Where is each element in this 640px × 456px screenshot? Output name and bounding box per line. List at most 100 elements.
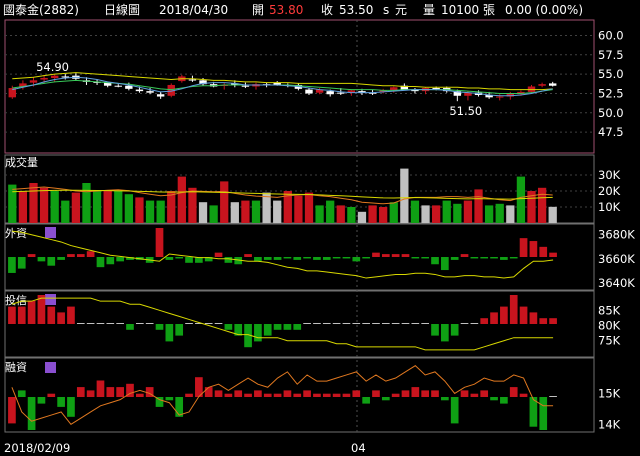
volume-bar: [251, 200, 261, 223]
trust-bar: [254, 324, 262, 342]
x-axis: 2018/02/09 04: [4, 441, 366, 455]
margin-bar: [293, 393, 302, 397]
candle-body: [135, 89, 144, 92]
trust-bar: [441, 324, 449, 342]
margin-bar: [450, 397, 459, 424]
margin-bar: [254, 390, 262, 397]
foreign-bar: [401, 254, 410, 257]
trust-settings-icon[interactable]: [45, 294, 56, 305]
margin-bar: [234, 390, 243, 397]
foreign-bar: [421, 257, 430, 259]
margin-bar: [27, 397, 36, 430]
candle-body: [29, 80, 38, 83]
candle-body: [305, 89, 313, 94]
volume-bar: [50, 191, 59, 223]
volume-bar: [379, 207, 388, 223]
volume-bar: [135, 197, 144, 223]
foreign-bar: [391, 254, 400, 257]
volume-bar: [474, 189, 483, 223]
foreign-bar: [254, 257, 262, 262]
foreign-bar: [106, 257, 115, 265]
foreign-bar: [519, 238, 528, 257]
trust-panel[interactable]: 投信 75K80K 85K: [5, 293, 621, 351]
price-annotation: 54.90: [36, 60, 69, 74]
volume-bar: [145, 200, 155, 223]
foreign-bar: [303, 257, 311, 259]
foreign-bar: [57, 257, 65, 260]
volume-bar: [389, 202, 398, 223]
margin-bar: [401, 390, 410, 397]
volume-bar: [103, 191, 112, 223]
volume-panel-title: 成交量: [5, 155, 38, 169]
margin-bar: [313, 393, 321, 397]
trust-bar: [175, 324, 184, 336]
foreign-bar: [76, 254, 85, 257]
stock-chart[interactable]: 47.5 50.0 52.5 55.0 57.5 60.0 54.90 51.50 成交量 1…: [0, 0, 640, 456]
foreign-bar: [342, 257, 351, 259]
foreign-bar: [490, 257, 498, 259]
volume-tick-label: 20K: [598, 184, 621, 198]
trust-bar: [8, 306, 16, 324]
margin-bar: [549, 396, 557, 397]
trust-bar: [352, 323, 361, 324]
foreign-bar: [165, 257, 174, 260]
trust-tick-label: 80K: [598, 319, 621, 333]
volume-bar: [39, 187, 49, 223]
trust-bar: [450, 324, 459, 336]
candle-body: [114, 85, 122, 87]
margin-panel[interactable]: 融資 14K 15K: [5, 361, 621, 431]
candle-body: [337, 92, 345, 94]
margin-bar: [8, 397, 16, 424]
foreign-settings-icon[interactable]: [45, 227, 56, 238]
trust-bar: [126, 324, 134, 330]
volume-bar: [421, 205, 430, 223]
price-annotation: 51.50: [449, 104, 482, 118]
margin-bar: [57, 397, 65, 407]
margin-bar: [519, 393, 528, 397]
trust-bar: [106, 323, 115, 324]
margin-bar: [372, 390, 380, 397]
trust-bar: [500, 306, 508, 324]
trust-bar: [283, 324, 292, 330]
volume-bar: [114, 191, 123, 223]
volume-bar: [18, 191, 28, 223]
margin-bar: [322, 393, 331, 397]
foreign-bar: [352, 257, 361, 262]
price-panel[interactable]: 47.5 50.0 52.5 55.0 57.5 60.0 54.90 51.50: [5, 28, 624, 139]
margin-bar: [411, 387, 420, 397]
trust-bar: [490, 312, 498, 324]
volume-bar: [209, 205, 218, 223]
volume-bar: [506, 205, 515, 223]
foreign-panel-title: 外資: [5, 227, 27, 240]
trust-bar: [47, 306, 56, 324]
trust-bar: [539, 318, 548, 324]
volume-bar: [156, 200, 165, 223]
foreign-bar: [539, 246, 548, 257]
trust-bar: [401, 323, 410, 324]
candle-body: [241, 85, 250, 87]
foreign-bar: [8, 257, 16, 273]
volume-bar: [124, 194, 133, 223]
trust-panel-title: 投信: [5, 293, 27, 307]
foreign-panel[interactable]: 外資 3640K 3660K 3680K: [5, 227, 635, 290]
foreign-bar: [480, 257, 489, 259]
volume-bar: [537, 187, 547, 223]
margin-bar: [185, 393, 193, 397]
trust-bar: [313, 323, 321, 324]
margin-settings-icon[interactable]: [45, 362, 56, 373]
foreign-bar: [362, 257, 370, 259]
trust-bar: [529, 312, 538, 324]
volume-panel[interactable]: 成交量 10K 20K 30K: [5, 155, 621, 223]
margin-bar: [37, 397, 46, 404]
candle-body: [146, 91, 154, 93]
margin-bar: [421, 390, 430, 397]
volume-tick-label: 10K: [598, 200, 621, 214]
candle-body: [496, 96, 504, 98]
margin-bar: [460, 390, 469, 397]
trust-bar: [549, 318, 557, 324]
margin-bar: [470, 393, 479, 397]
margin-bar: [214, 390, 223, 397]
volume-bar: [463, 200, 473, 223]
margin-bar: [116, 387, 124, 397]
volume-bar: [484, 205, 494, 223]
